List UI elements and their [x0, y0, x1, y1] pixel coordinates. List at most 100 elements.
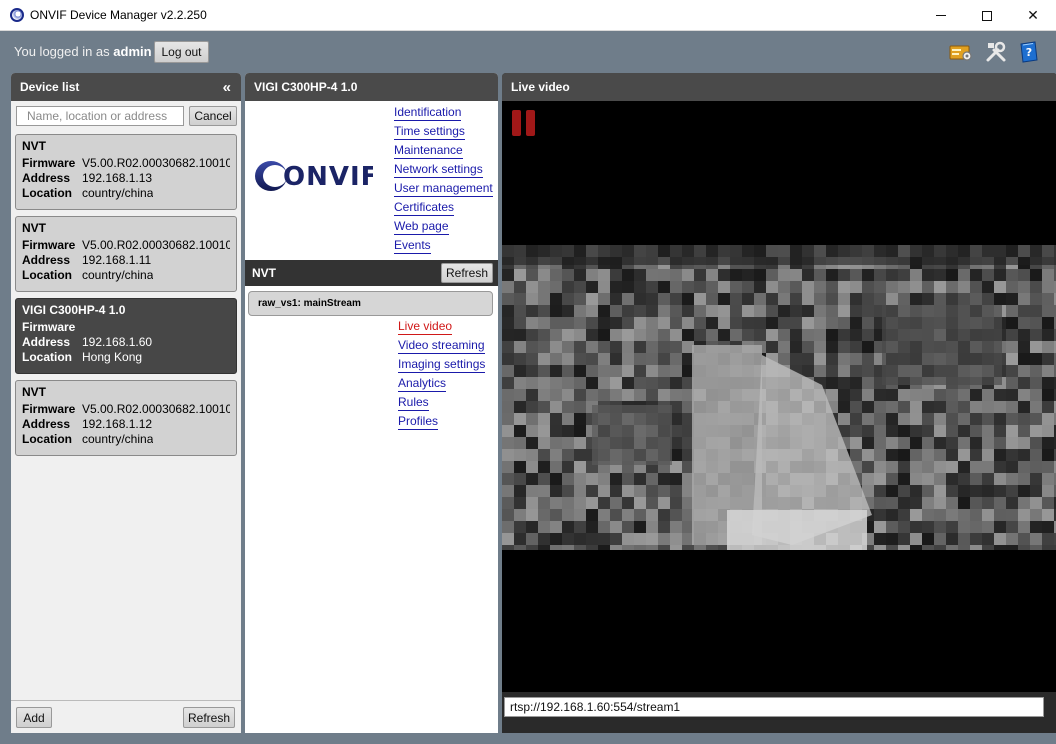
video-pixel	[982, 437, 994, 449]
stream-item[interactable]: raw_vs1: mainStream	[248, 291, 493, 316]
link-imaging-settings[interactable]: Imaging settings	[398, 357, 486, 376]
video-pixel	[550, 473, 562, 485]
link-video-streaming[interactable]: Video streaming	[398, 338, 485, 357]
device-card[interactable]: NVT Firmware V5.00.R02.00030682.10010 Add…	[15, 134, 237, 210]
device-card[interactable]: NVT Firmware V5.00.R02.00030682.10010 Add…	[15, 216, 237, 292]
video-pixel	[550, 341, 562, 353]
link-user-management[interactable]: User management	[394, 181, 493, 200]
video-pixel	[910, 425, 922, 437]
collapse-icon[interactable]: «	[223, 79, 231, 96]
video-viewport[interactable]	[502, 101, 1056, 692]
video-pixel	[526, 545, 538, 550]
video-pixel	[610, 497, 622, 509]
video-pixel	[670, 377, 682, 389]
video-pixel	[538, 533, 550, 545]
video-pixel	[1006, 509, 1018, 521]
video-pixel	[1030, 413, 1042, 425]
video-pixel	[742, 269, 754, 281]
video-pixel	[550, 509, 562, 521]
video-pixel	[898, 437, 910, 449]
maximize-button[interactable]	[964, 0, 1010, 31]
video-pixel	[646, 545, 658, 550]
link-analytics[interactable]: Analytics	[398, 376, 485, 395]
video-pixel	[1030, 533, 1042, 545]
help-icon[interactable]: ?	[1017, 40, 1041, 64]
device-address: 192.168.1.13	[82, 171, 153, 185]
video-pixel	[850, 413, 862, 425]
pause-icon[interactable]	[512, 110, 536, 136]
video-pixel	[514, 281, 526, 293]
link-web-page[interactable]: Web page	[394, 219, 493, 238]
video-pixel	[1006, 437, 1018, 449]
refresh-devices-button[interactable]: Refresh	[183, 707, 235, 728]
video-pixel	[586, 329, 598, 341]
video-pixel	[970, 545, 982, 550]
certificate-settings-icon[interactable]	[949, 40, 973, 64]
video-pixel	[910, 497, 922, 509]
stream-url-field[interactable]: rtsp://192.168.1.60:554/stream1	[504, 697, 1044, 717]
video-pixel	[886, 281, 898, 293]
close-button[interactable]: ✕	[1010, 0, 1056, 31]
svg-text:?: ?	[1026, 46, 1032, 59]
video-pixel	[502, 521, 514, 533]
link-certificates[interactable]: Certificates	[394, 200, 493, 219]
link-profiles[interactable]: Profiles	[398, 414, 485, 433]
video-pixel	[1018, 425, 1030, 437]
video-pixel	[970, 281, 982, 293]
link-live-video[interactable]: Live video	[398, 319, 485, 338]
video-pixel	[934, 497, 946, 509]
video-pixel	[658, 293, 670, 305]
video-pixel	[1030, 293, 1042, 305]
video-pixel	[982, 401, 994, 413]
link-maintenance[interactable]: Maintenance	[394, 143, 493, 162]
video-pixel	[622, 341, 634, 353]
device-card-selected[interactable]: VIGI C300HP-4 1.0 Firmware Address 192.16…	[15, 298, 237, 374]
video-pixel	[862, 305, 874, 317]
video-pixel	[526, 473, 538, 485]
video-pixel	[826, 353, 838, 365]
video-pixel	[1042, 533, 1054, 545]
video-pixel	[1018, 473, 1030, 485]
video-pixel	[538, 353, 550, 365]
video-pixel	[922, 509, 934, 521]
device-name: NVT	[22, 139, 46, 153]
video-pixel	[1018, 461, 1030, 473]
search-input[interactable]	[16, 106, 184, 126]
video-pixel	[694, 305, 706, 317]
video-pixel	[502, 389, 514, 401]
video-pixel	[1042, 401, 1054, 413]
link-rules[interactable]: Rules	[398, 395, 485, 414]
video-pixel	[994, 509, 1006, 521]
device-card[interactable]: NVT Firmware V5.00.R02.00030682.10010 Add…	[15, 380, 237, 456]
add-device-button[interactable]: Add	[16, 707, 52, 728]
video-pixel	[1006, 329, 1018, 341]
video-pixel	[742, 317, 754, 329]
video-pixel	[850, 329, 862, 341]
video-pixel	[514, 449, 526, 461]
video-pixel	[922, 281, 934, 293]
link-time-settings[interactable]: Time settings	[394, 124, 493, 143]
video-pixel	[994, 293, 1006, 305]
logout-button[interactable]: Log out	[154, 41, 209, 63]
video-pixel	[1006, 425, 1018, 437]
video-pixel	[538, 281, 550, 293]
link-events[interactable]: Events	[394, 238, 493, 257]
minimize-button[interactable]	[918, 0, 964, 31]
video-pixel	[838, 317, 850, 329]
cancel-button[interactable]: Cancel	[189, 106, 237, 126]
nvt-refresh-button[interactable]: Refresh	[441, 263, 493, 283]
video-pixel	[946, 437, 958, 449]
video-pixel	[898, 545, 910, 550]
tools-icon[interactable]	[984, 40, 1008, 64]
video-pixel	[682, 293, 694, 305]
video-pixel	[550, 293, 562, 305]
video-pixel	[1042, 521, 1054, 533]
link-network-settings[interactable]: Network settings	[394, 162, 493, 181]
link-identification[interactable]: Identification	[394, 105, 493, 124]
video-pixel	[898, 269, 910, 281]
video-pixel	[634, 389, 646, 401]
top-bar: You logged in as admin Log out ?	[0, 31, 1056, 71]
video-pixel	[502, 545, 514, 550]
video-pixel	[958, 413, 970, 425]
video-pixel	[814, 305, 826, 317]
